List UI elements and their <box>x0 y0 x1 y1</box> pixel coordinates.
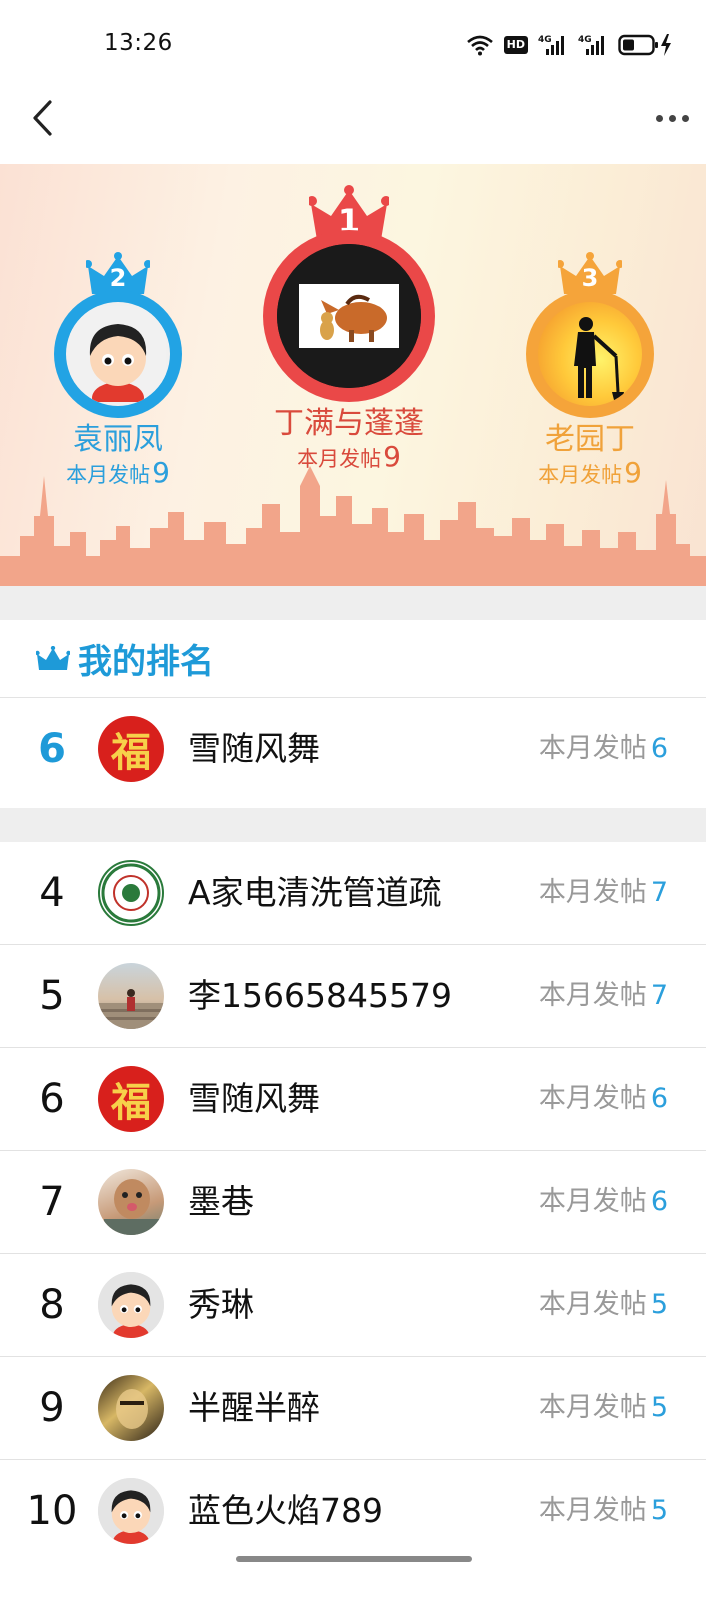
podium-second-place[interactable]: 2 袁丽凤 本月发帖9 <box>30 252 206 490</box>
dog-photo-icon <box>104 1179 160 1235</box>
cartoon-boy-avatar-icon <box>98 1272 164 1338</box>
hd-badge: HD <box>503 36 528 54</box>
podium-third-rank: 3 <box>581 264 599 292</box>
podium-first-avatar[interactable] <box>263 230 435 402</box>
rank-row[interactable]: 5 李15665845579 本月发帖 7 <box>0 945 706 1048</box>
cartoon-boy-avatar <box>98 1272 164 1338</box>
rank-number: 4 <box>39 870 65 916</box>
user-name: 蓝色火焰789 <box>188 1491 383 1530</box>
cartoon-boy-avatar <box>98 1478 164 1544</box>
circular-logo-icon <box>101 863 161 923</box>
photo-avatar <box>98 1375 164 1441</box>
rank-number: 6 <box>39 1076 65 1122</box>
podium-second-post-count: 本月发帖9 <box>66 456 170 489</box>
status-bar: 13:26 HD 4G 4G <box>0 0 720 88</box>
rank-row[interactable]: 4 A家电清洗管道疏 本月发帖 7 <box>0 842 706 945</box>
my-rank-number: 6 <box>38 726 66 772</box>
podium-first-name: 丁满与蓬蓬 <box>274 406 424 441</box>
person-photo-icon <box>98 989 164 1029</box>
crown-icon <box>36 645 70 670</box>
fu-avatar: 福 <box>98 716 164 782</box>
my-rank-title: 我的排名 <box>78 642 214 682</box>
rank-number: 7 <box>39 1179 65 1225</box>
gardener-silhouette-avatar-icon <box>574 317 624 400</box>
cartoon-boy-avatar-icon <box>98 1478 164 1544</box>
portrait-photo-icon <box>116 1389 148 1429</box>
home-indicator[interactable] <box>236 1556 472 1562</box>
status-time: 13:26 <box>104 30 173 56</box>
rank-number: 9 <box>39 1385 65 1431</box>
user-name: 秀琳 <box>188 1285 254 1324</box>
post-count: 本月发帖 7 <box>538 877 668 908</box>
post-count: 本月发帖 5 <box>538 1392 668 1423</box>
podium-second-name: 袁丽凤 <box>73 422 163 457</box>
top-three-podium: 2 袁丽凤 本月发帖9 1 丁满与蓬蓬 本月发帖9 3 老园丁 本月发帖9 <box>0 164 706 586</box>
cartoon-animals-avatar-icon <box>277 244 421 388</box>
signal-4g-icon-2: 4G <box>578 35 604 55</box>
back-button[interactable] <box>20 96 64 140</box>
nav-bar <box>0 88 720 164</box>
post-count: 本月发帖 7 <box>538 980 668 1011</box>
podium-first-post-count: 本月发帖9 <box>297 440 401 473</box>
my-rank-name: 雪随风舞 <box>188 729 320 768</box>
user-name: 李15665845579 <box>188 976 452 1015</box>
user-name: 半醒半醉 <box>188 1388 320 1427</box>
more-dots-icon <box>655 114 663 122</box>
svg-text:4G: 4G <box>578 35 592 45</box>
rank-number: 10 <box>26 1488 78 1534</box>
chevron-left-icon <box>33 100 52 136</box>
signal-4g-icon: 4G <box>538 35 564 55</box>
podium-second-rank: 2 <box>109 264 127 292</box>
my-rank-header: 我的排名 <box>0 620 706 698</box>
photo-avatar <box>98 963 164 1029</box>
section-divider <box>0 808 706 842</box>
svg-text:4G: 4G <box>538 35 552 45</box>
rank-row[interactable]: 7 墨巷 本月发帖 6 <box>0 1151 706 1254</box>
section-divider <box>0 586 706 620</box>
my-rank-post-count: 本月发帖 6 <box>538 733 668 764</box>
status-icons: HD 4G 4G <box>466 30 674 60</box>
podium-third-post-count: 本月发帖9 <box>538 456 642 489</box>
rank-row[interactable]: 8 秀琳 本月发帖 5 <box>0 1254 706 1357</box>
wifi-icon <box>466 35 493 56</box>
my-rank-row[interactable]: 6 福 雪随风舞 本月发帖 6 <box>0 698 706 801</box>
podium-first-place[interactable]: 1 丁满与蓬蓬 本月发帖9 <box>254 184 444 474</box>
fu-avatar: 福 <box>98 1066 164 1132</box>
post-count: 本月发帖 5 <box>538 1289 668 1320</box>
battery-charging-icon <box>618 34 671 56</box>
rank-row[interactable]: 9 半醒半醉 本月发帖 5 <box>0 1357 706 1460</box>
podium-second-avatar[interactable] <box>54 290 182 418</box>
rank-number: 8 <box>39 1282 65 1328</box>
user-name: 雪随风舞 <box>188 1079 320 1118</box>
podium-third-name: 老园丁 <box>545 422 635 457</box>
rank-row[interactable]: 6 福 雪随风舞 本月发帖 6 <box>0 1048 706 1151</box>
logo-avatar <box>98 860 164 926</box>
post-count: 本月发帖 5 <box>538 1495 668 1526</box>
post-count: 本月发帖 6 <box>538 1186 668 1217</box>
rank-number: 5 <box>39 973 65 1019</box>
podium-third-avatar[interactable] <box>526 290 654 418</box>
cartoon-boy-avatar-icon <box>70 306 166 402</box>
post-count: 本月发帖 6 <box>538 1083 668 1114</box>
more-options-button[interactable] <box>648 102 696 134</box>
user-name: 墨巷 <box>188 1182 254 1221</box>
podium-third-place[interactable]: 3 老园丁 本月发帖9 <box>502 252 678 490</box>
user-name: A家电清洗管道疏 <box>188 873 442 912</box>
rank-row[interactable]: 10 蓝色火焰789 本月发帖 5 <box>0 1460 706 1563</box>
photo-avatar <box>98 1169 164 1235</box>
